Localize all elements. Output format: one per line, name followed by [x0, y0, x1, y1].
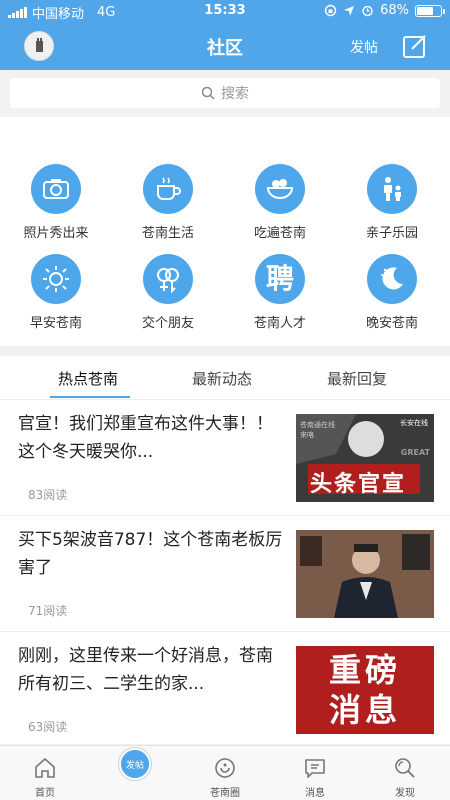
tab-underline: [50, 396, 130, 398]
category-label: 吃遍苍南: [253, 226, 306, 241]
category-label: 亲子乐园: [365, 226, 418, 241]
item-title: 买下5架波音787！这个苍南老板厉害了: [18, 530, 283, 578]
feed-tabs: 热点苍南 最新动态 最新回复: [0, 356, 450, 400]
category-grid-padding: [0, 117, 450, 146]
recruit-icon: 聘: [265, 262, 294, 295]
category-life[interactable]: 苍南生活: [112, 164, 224, 241]
tab-hot[interactable]: 热点苍南: [58, 368, 118, 389]
category-label: 晚安苍南: [365, 316, 418, 331]
search-icon: [201, 86, 215, 100]
thumb-headline: 头条官宣: [310, 472, 407, 497]
food-bowl-icon: [266, 179, 294, 199]
item-thumbnail: 头条官宣 苍南通在线 来咯 GREAT 长安在线: [296, 414, 434, 502]
nav-bar: 社区 发帖: [0, 22, 450, 70]
list-item[interactable]: 买下5架波音787！这个苍南老板厉害了 71阅读: [0, 516, 450, 632]
tabbar-label: 发现: [395, 788, 415, 799]
category-talent[interactable]: 聘 苍南人才: [224, 254, 336, 331]
tabbar-label: 首页: [35, 788, 55, 799]
gender-icon: [157, 268, 179, 294]
list-item[interactable]: 刚刚，这里传来一个好消息，苍南所有初三、二学生的家... 63阅读 重磅 消息: [0, 632, 450, 744]
tab-replies[interactable]: 最新回复: [327, 368, 387, 389]
search-input[interactable]: 搜索: [10, 78, 440, 108]
orientation-lock-icon: [324, 4, 337, 17]
status-bar: 中国移动 4G 15:33 68%: [0, 0, 450, 22]
item-thumbnail: 重磅 消息: [296, 646, 434, 734]
category-family[interactable]: 亲子乐园: [336, 164, 448, 241]
moon-icon: [381, 267, 403, 290]
thumb-caption-2: 来咯: [300, 431, 314, 439]
list-item[interactable]: 官宣！我们郑重宣布这件大事！！这个冬天暖哭你... 83阅读 头条官宣 苍南通在…: [0, 400, 450, 516]
category-photo[interactable]: 照片秀出来: [0, 164, 112, 241]
thumb-line-1: 重磅: [328, 651, 401, 689]
battery-percent: 68%: [380, 3, 409, 18]
battery-icon: [415, 4, 445, 17]
discover-icon: [395, 758, 415, 778]
item-reads: 71阅读: [28, 604, 68, 618]
feed-list: 官宣！我们郑重宣布这件大事！！这个冬天暖哭你... 83阅读 头条官宣 苍南通在…: [0, 400, 450, 744]
coffee-cup-icon: [157, 177, 181, 200]
camera-icon: [43, 179, 69, 199]
edit-icon[interactable]: [402, 33, 428, 59]
page-title: 社区: [207, 38, 243, 59]
item-title: 官宣！我们郑重宣布这件大事！！这个冬天暖哭你...: [18, 414, 273, 462]
category-label: 交个朋友: [141, 316, 194, 331]
search-placeholder: 搜索: [221, 86, 249, 102]
tabbar-messages[interactable]: 消息: [270, 746, 360, 800]
tabbar-circle[interactable]: 苍南圈: [180, 746, 270, 800]
tabbar-label: 消息: [305, 788, 325, 799]
tab-bar: 首页 苍南圈 消息 发现: [0, 745, 450, 800]
category-food[interactable]: 吃遍苍南: [224, 164, 336, 241]
category-label: 照片秀出来: [23, 226, 89, 241]
thumb-line-2: 消息: [328, 691, 401, 729]
search-area: 搜索: [0, 70, 450, 117]
person-photo: [296, 530, 434, 618]
tabbar-discover[interactable]: 发现: [360, 746, 450, 800]
thumb-caption-3: GREAT: [400, 448, 430, 457]
category-night[interactable]: 晚安苍南: [336, 254, 448, 331]
alarm-icon: [362, 5, 373, 17]
tabbar-label: 苍南圈: [210, 788, 240, 799]
category-morning[interactable]: 早安苍南: [0, 254, 112, 331]
post-link[interactable]: 发帖: [350, 37, 378, 57]
category-label: 苍南人才: [253, 316, 306, 331]
tab-latest[interactable]: 最新动态: [192, 368, 252, 389]
category-friends[interactable]: 交个朋友: [112, 254, 224, 331]
location-icon: [344, 5, 355, 16]
item-thumbnail: [296, 530, 434, 618]
category-grid: 照片秀出来 苍南生活 吃遍苍南 亲子乐园 早安苍南 交个朋友 聘 苍南人才 晚安…: [0, 146, 450, 346]
category-label: 苍南生活: [141, 226, 194, 241]
home-icon: [35, 757, 55, 778]
sun-icon: [43, 266, 69, 292]
category-label: 早安苍南: [29, 316, 82, 331]
tabbar-home[interactable]: 首页: [0, 746, 90, 800]
parent-child-icon: [384, 177, 401, 201]
post-button[interactable]: 发帖: [119, 748, 151, 780]
item-title: 刚刚，这里传来一个好消息，苍南所有初三、二学生的家...: [18, 646, 273, 694]
thumb-caption-4: 长安在线: [400, 419, 428, 427]
item-reads: 83阅读: [28, 488, 68, 502]
circle-refresh-icon: [215, 758, 235, 778]
thumb-caption-1: 苍南通在线: [300, 421, 335, 429]
item-reads: 63阅读: [28, 720, 68, 734]
message-icon: [305, 759, 325, 778]
